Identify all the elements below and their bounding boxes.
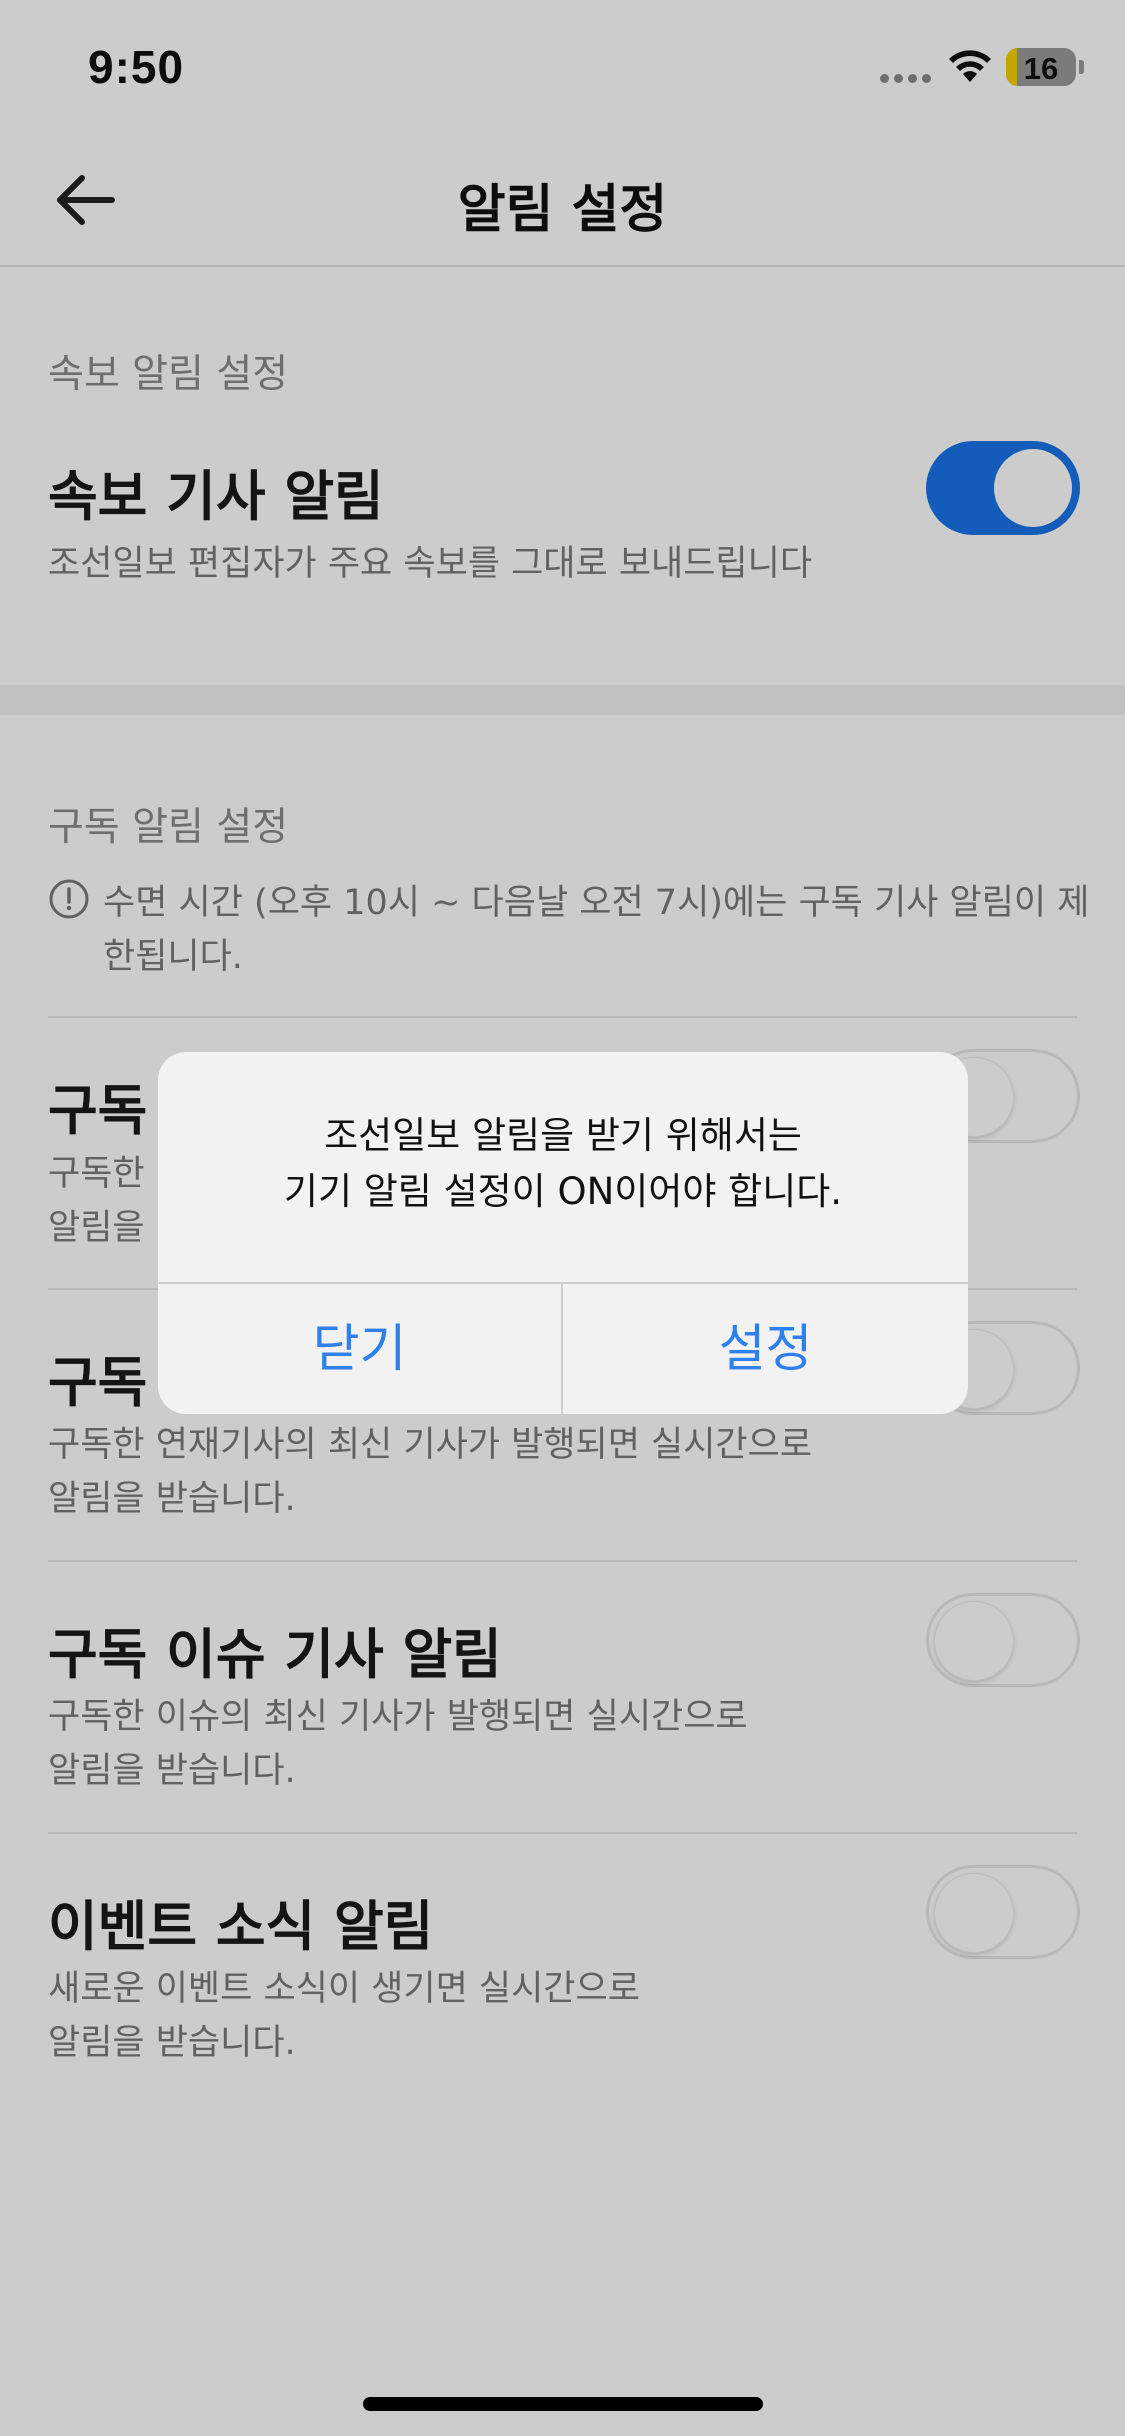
- dialog-actions: 닫기 설정: [158, 1282, 968, 1414]
- notification-permission-dialog: 조선일보 알림을 받기 위해서는 기기 알림 설정이 ON이어야 합니다. 닫기…: [158, 1052, 968, 1414]
- dialog-message-line2: 기기 알림 설정이 ON이어야 합니다.: [283, 1170, 843, 1213]
- settings-button[interactable]: 설정: [563, 1284, 968, 1414]
- home-indicator[interactable]: [363, 2397, 763, 2411]
- close-button[interactable]: 닫기: [158, 1284, 563, 1414]
- dialog-message-line1: 조선일보 알림을 받기 위해서는: [324, 1114, 802, 1157]
- dialog-message: 조선일보 알림을 받기 위해서는 기기 알림 설정이 ON이어야 합니다.: [158, 1108, 968, 1220]
